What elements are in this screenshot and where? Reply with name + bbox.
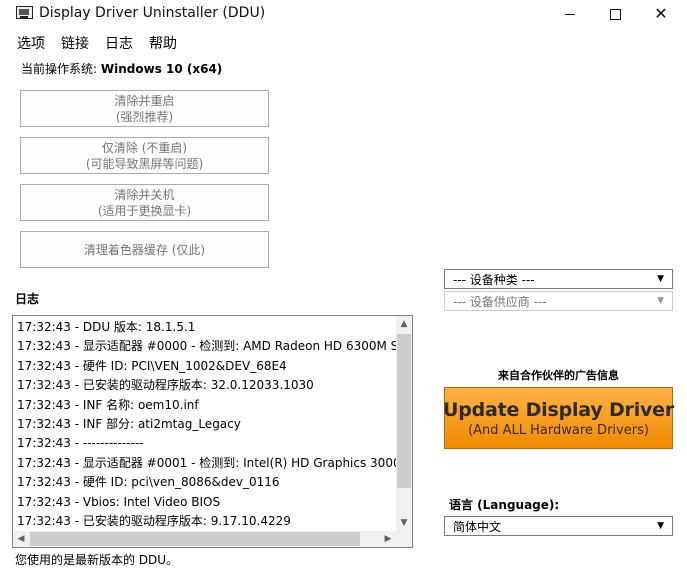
log-line: 17:32:43 - 已安装的驱动程序版本: 32.0.12033.1030 bbox=[17, 378, 314, 393]
clear-shader-cache-button[interactable]: 清理着色器缓存 (仅此) bbox=[20, 231, 269, 268]
button-label: 清除并关机 bbox=[114, 187, 175, 202]
button-sublabel: (可能导致黑屏等问题) bbox=[85, 156, 204, 171]
status-text: 您使用的是最新版本的 DDU。 bbox=[15, 553, 179, 567]
close-icon: ✕ bbox=[654, 4, 668, 23]
log-line: 17:32:43 - 硬件 ID: pci\ven_8086&dev_0116 bbox=[17, 475, 280, 490]
log-line: 17:32:43 - DDU 版本: 18.1.5.1 bbox=[17, 320, 196, 334]
clean-and-restart-button[interactable]: 清除并重启 (强烈推荐) bbox=[20, 90, 269, 127]
log-line: 17:32:43 - INF 部分: ati2mtag_Legacy bbox=[17, 416, 241, 431]
device-type-value: --- 设备种类 --- bbox=[453, 272, 535, 287]
language-label: 语言 (Language): bbox=[449, 498, 560, 512]
ad-main-text: Update Display Driver bbox=[442, 398, 675, 421]
menu-links[interactable]: 链接 bbox=[61, 33, 89, 53]
log-lines: 17:32:43 - DDU 版本: 18.1.5.1 17:32:43 - 显… bbox=[17, 318, 397, 531]
dropdown-arrow-icon: ▼ bbox=[657, 274, 664, 284]
clean-and-shutdown-button[interactable]: 清除并关机 (适用于更换显卡) bbox=[20, 184, 269, 221]
scroll-up-icon[interactable]: ▲ bbox=[396, 316, 412, 332]
clean-no-restart-button[interactable]: 仅清除 (不重启) (可能导致黑屏等问题) bbox=[20, 137, 269, 174]
os-label: 当前操作系统: bbox=[21, 62, 98, 76]
ad-caption: 来自合作伙伴的广告信息 bbox=[498, 369, 619, 382]
log-line: 17:32:43 - 已安装的驱动程序版本: 9.17.10.4229 bbox=[17, 513, 291, 528]
ad-banner[interactable]: Update Display Driver (And ALL Hardware … bbox=[442, 387, 675, 449]
maximize-button[interactable] bbox=[592, 0, 638, 28]
ad-sub-text: (And ALL Hardware Drivers) bbox=[468, 422, 649, 438]
os-value: Windows 10 (x64) bbox=[100, 62, 223, 76]
window-title: Display Driver Uninstaller (DDU) bbox=[39, 5, 266, 21]
log-line: 17:32:43 - 显示适配器 #0000 - 检测到: AMD Radeon… bbox=[17, 339, 397, 354]
scroll-down-icon[interactable]: ▼ bbox=[396, 515, 412, 531]
minimize-icon bbox=[565, 13, 575, 15]
log-label: 日志 bbox=[15, 292, 40, 306]
log-line: 17:32:43 - 硬件 ID: PCI\VEN_1002&DEV_68E4 bbox=[17, 358, 287, 373]
menu-log[interactable]: 日志 bbox=[105, 33, 133, 53]
button-sublabel: (强烈推荐) bbox=[115, 109, 174, 124]
title-bar[interactable]: Display Driver Uninstaller (DDU) ✕ bbox=[0, 0, 687, 28]
language-value: 简体中文 bbox=[453, 519, 502, 534]
device-type-select[interactable]: --- 设备种类 --- ▼ bbox=[444, 269, 673, 289]
app-icon bbox=[16, 6, 33, 19]
maximize-icon bbox=[609, 8, 621, 20]
log-line: 17:32:43 - INF 名称: oem10.inf bbox=[17, 397, 199, 412]
menu-bar: 选项 链接 日志 帮助 bbox=[17, 33, 177, 53]
vendor-select[interactable]: --- 设备供应商 --- ▼ bbox=[444, 291, 673, 311]
log-list[interactable]: 17:32:43 - DDU 版本: 18.1.5.1 17:32:43 - 显… bbox=[12, 315, 413, 548]
scroll-right-icon[interactable]: ▶ bbox=[380, 531, 396, 547]
button-label: 仅清除 (不重启) bbox=[101, 140, 188, 155]
minimize-button[interactable] bbox=[547, 0, 593, 28]
log-line: 17:32:43 - -------------- bbox=[17, 436, 144, 451]
button-label: 清除并重启 bbox=[114, 93, 175, 108]
dropdown-arrow-icon: ▼ bbox=[657, 521, 664, 531]
menu-help[interactable]: 帮助 bbox=[149, 33, 177, 53]
os-info: 当前操作系统: Windows 10 (x64) bbox=[21, 60, 222, 77]
menu-options[interactable]: 选项 bbox=[17, 33, 45, 53]
language-select[interactable]: 简体中文 ▼ bbox=[444, 516, 673, 536]
vertical-scrollbar[interactable]: ▲ ▼ bbox=[396, 316, 412, 531]
dropdown-arrow-icon: ▼ bbox=[657, 296, 664, 306]
vendor-value: --- 设备供应商 --- bbox=[453, 294, 547, 309]
scroll-corner bbox=[396, 531, 412, 547]
horizontal-scroll-thumb[interactable] bbox=[30, 532, 360, 546]
close-button[interactable]: ✕ bbox=[638, 0, 684, 28]
vertical-scroll-thumb[interactable] bbox=[397, 334, 411, 488]
scroll-left-icon[interactable]: ◀ bbox=[13, 531, 29, 547]
button-sublabel: (适用于更换显卡) bbox=[97, 203, 192, 218]
log-line: 17:32:43 - Vbios: Intel Video BIOS bbox=[17, 494, 221, 509]
log-line: 17:32:43 - 显示适配器 #0001 - 检测到: Intel(R) H… bbox=[17, 455, 397, 470]
button-label: 清理着色器缓存 (仅此) bbox=[83, 242, 206, 257]
horizontal-scrollbar[interactable]: ◀ ▶ bbox=[13, 531, 396, 547]
